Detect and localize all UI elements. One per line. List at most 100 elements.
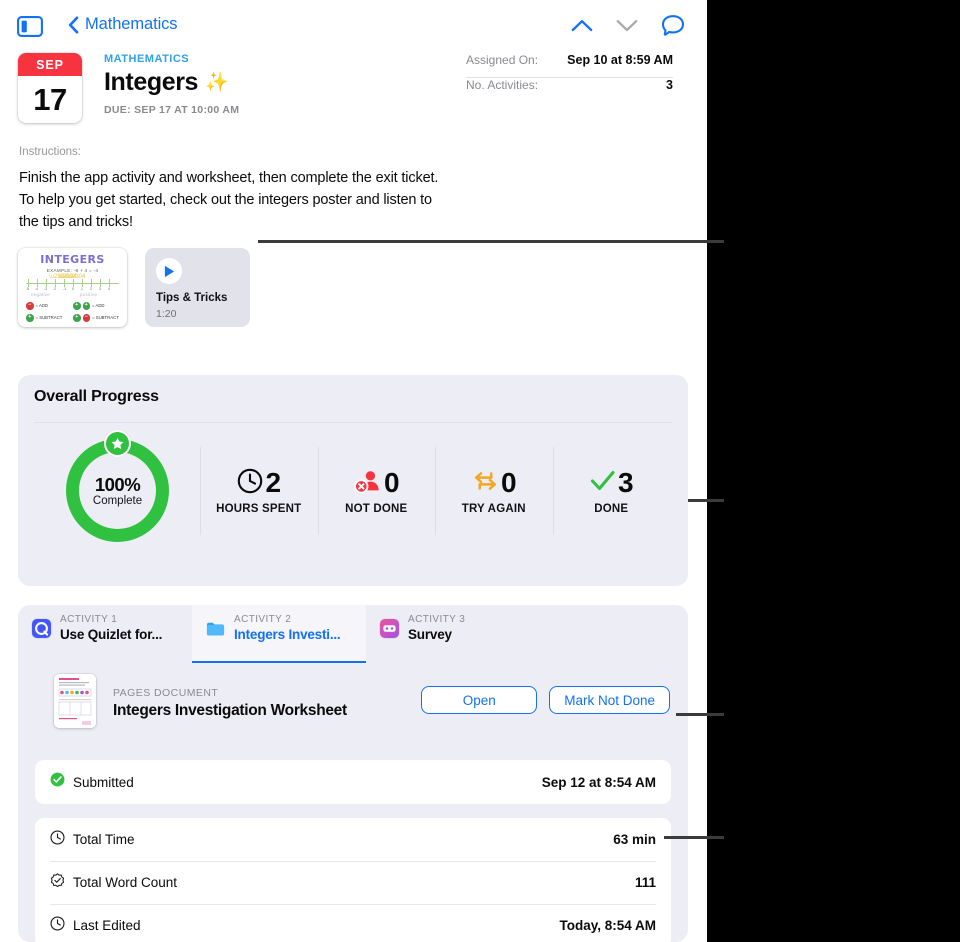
- document-thumbnail[interactable]: [54, 674, 96, 728]
- stat-label: TRY AGAIN: [461, 503, 526, 515]
- callout-line-actions: [676, 713, 724, 716]
- stat-value: 0: [383, 467, 400, 498]
- sidebar-toggle-icon[interactable]: [17, 16, 43, 37]
- navbar-actions: [571, 14, 685, 42]
- assignment-detail-page: Mathematics SEP 17 MATHEMATICS Integers …: [0, 0, 707, 942]
- clock-icon: [50, 829, 65, 850]
- meta-key: Assigned On:: [466, 53, 539, 67]
- tab-index: ACTIVITY 1: [60, 614, 118, 625]
- info-value: 111: [634, 875, 656, 890]
- progress-sublabel: Complete: [92, 495, 143, 507]
- stat-done: 3 DONE: [552, 439, 671, 543]
- stat-top: 2: [237, 467, 281, 499]
- due-date-day: 17: [33, 81, 67, 117]
- navigation-bar: Mathematics: [0, 0, 707, 54]
- document-name: Integers Investigation Worksheet: [113, 702, 347, 719]
- info-row-total-word-count: Total Word Count 111: [35, 861, 671, 904]
- tips-and-tricks-audio[interactable]: Tips & Tricks 1:20: [145, 248, 250, 327]
- open-button[interactable]: Open: [421, 686, 538, 714]
- stat-value: 2: [265, 467, 281, 498]
- stat-top: 3: [590, 467, 634, 499]
- tips-duration: 1:20: [156, 308, 177, 320]
- submitted-left: Submitted: [50, 772, 134, 792]
- document-kind: PAGES DOCUMENT: [113, 687, 219, 699]
- back-button[interactable]: Mathematics: [68, 15, 178, 34]
- checkmark-icon: [590, 468, 616, 499]
- activity-info-card: Total Time 63 min Total Word Count 111 L…: [35, 818, 671, 942]
- stat-top: 0: [472, 467, 517, 499]
- info-value: 63 min: [613, 832, 656, 847]
- tab-activity-2[interactable]: ACTIVITY 2 Integers Investi...: [192, 605, 366, 663]
- sparkles-icon: ✨: [205, 72, 229, 93]
- overall-progress-card: Overall Progress 100% Complete 2 HOURS S…: [18, 375, 688, 586]
- instructions-text: Finish the app activity and worksheet, t…: [19, 170, 439, 230]
- info-label: Total Time: [73, 832, 135, 847]
- stat-top: 0: [354, 467, 400, 499]
- meta-row-assigned-on: Assigned On: Sep 10 at 8:59 AM: [466, 53, 673, 77]
- chevron-up-icon[interactable]: [571, 19, 593, 37]
- stat-label: HOURS SPENT: [216, 503, 302, 515]
- activity-tabs: ACTIVITY 1 Use Quizlet for... ACTIVITY 2…: [18, 605, 688, 663]
- progress-stats: 2 HOURS SPENT 0 NOT DONE 0 TRY AGAIN 3 D…: [200, 439, 670, 543]
- callout-line-total-time: [664, 836, 724, 839]
- tab-index: ACTIVITY 3: [408, 614, 466, 625]
- due-date-month: SEP: [18, 53, 82, 76]
- due-date-label: DUE: SEP 17 AT 10:00 AM: [104, 104, 240, 116]
- tab-text-group: ACTIVITY 1 Use Quizlet for...: [60, 614, 162, 642]
- info-value: Today, 8:54 AM: [559, 918, 656, 933]
- due-date-card: SEP 17: [18, 53, 82, 123]
- course-label: MATHEMATICS: [104, 53, 190, 65]
- star-badge-icon: [104, 430, 131, 457]
- tab-activity-3[interactable]: ACTIVITY 3 Survey: [366, 605, 540, 663]
- poster-attachment[interactable]: INTEGERS EXAMPLE: -8 + 4 = -4 -5 -4 -3 -2 …: [18, 248, 127, 327]
- chevron-down-icon[interactable]: [616, 19, 638, 37]
- progress-percent: 100%: [94, 474, 141, 495]
- tips-title: Tips & Tricks: [156, 292, 228, 304]
- stat-value: 0: [500, 467, 517, 498]
- back-button-label: Mathematics: [85, 15, 178, 33]
- activities-card: ACTIVITY 1 Use Quizlet for... ACTIVITY 2…: [18, 605, 688, 942]
- quizlet-app-icon: [32, 619, 51, 638]
- folder-icon: [206, 619, 225, 638]
- clock-icon: [50, 915, 65, 936]
- document-actions: Open Mark Not Done: [421, 686, 670, 714]
- poster-negative-label: negative: [31, 292, 50, 297]
- stat-hours-spent: 2 HOURS SPENT: [200, 439, 318, 543]
- comment-bubble-icon[interactable]: [661, 14, 685, 42]
- tab-name: Use Quizlet for...: [60, 627, 163, 642]
- info-left: Last Edited: [50, 915, 141, 936]
- poster-positive-label: positive: [80, 292, 98, 297]
- meta-row-no-activities: No. Activities: 3: [466, 78, 673, 102]
- stat-not-done: 0 NOT DONE: [317, 439, 436, 543]
- document-row: PAGES DOCUMENT Integers Investigation Wo…: [18, 663, 688, 739]
- info-row-total-time: Total Time 63 min: [35, 818, 671, 861]
- callout-line-attachments: [258, 240, 724, 243]
- progress-ring: 100% Complete: [66, 430, 169, 542]
- tab-text-group: ACTIVITY 3 Survey: [408, 614, 465, 642]
- submitted-label: Submitted: [73, 774, 134, 790]
- poster-title: INTEGERS: [40, 253, 105, 266]
- tab-text-group: ACTIVITY 2 Integers Investi...: [234, 614, 341, 642]
- loop-arrows-icon: [472, 468, 499, 499]
- info-label: Total Word Count: [73, 875, 178, 890]
- mark-not-done-button[interactable]: Mark Not Done: [549, 686, 670, 714]
- attachments-list: INTEGERS EXAMPLE: -8 + 4 = -4 -5 -4 -3 -2 …: [18, 248, 250, 327]
- info-left: Total Time: [50, 829, 135, 850]
- submitted-value: Sep 12 at 8:54 AM: [541, 774, 656, 790]
- info-row-last-edited: Last Edited Today, 8:54 AM: [35, 904, 671, 942]
- poster-example: EXAMPLE: -8 + 4 = -4: [46, 268, 99, 273]
- stat-try-again: 0 TRY AGAIN: [435, 439, 553, 543]
- overall-progress-heading: Overall Progress: [34, 388, 159, 405]
- play-icon[interactable]: [156, 258, 182, 284]
- assignment-title-row: Integers ✨: [104, 68, 239, 97]
- stat-label: NOT DONE: [345, 503, 408, 515]
- badge-check-icon: [50, 872, 65, 893]
- person-x-icon: [354, 468, 382, 499]
- tab-index: ACTIVITY 2: [234, 614, 292, 625]
- tab-name: Survey: [408, 627, 452, 642]
- tab-name: Integers Investi...: [234, 627, 341, 642]
- assignment-header: MATHEMATICS Integers ✨ DUE: SEP 17 AT 10…: [104, 53, 239, 116]
- tab-activity-1[interactable]: ACTIVITY 1 Use Quizlet for...: [18, 605, 192, 663]
- stat-value: 3: [617, 467, 634, 498]
- info-left: Total Word Count: [50, 872, 178, 893]
